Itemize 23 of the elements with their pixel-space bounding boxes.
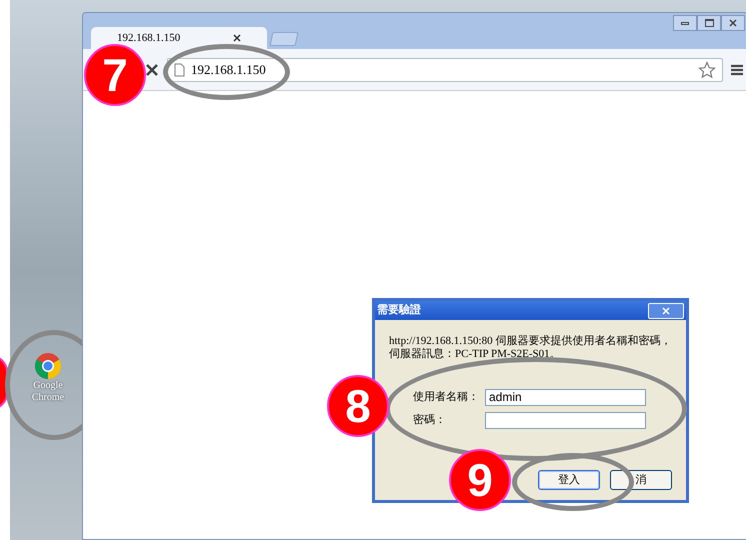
close-icon[interactable]: [233, 34, 241, 42]
field-label: 使用者名稱：: [413, 390, 480, 406]
dialog-button[interactable]: 登入: [538, 470, 600, 490]
close-icon: [729, 19, 737, 27]
stop-icon[interactable]: [145, 62, 159, 76]
minimize-icon: [681, 22, 689, 24]
browser-logo-icon: [34, 352, 62, 380]
address-bar[interactable]: 192.168.1.150: [167, 58, 723, 82]
field-label: 密碼：: [413, 412, 447, 428]
star-icon[interactable]: [698, 60, 716, 78]
close-icon: [662, 306, 670, 314]
maximize-icon: [704, 19, 714, 27]
menu-icon[interactable]: [731, 64, 743, 76]
browser-tab[interactable]: 192.168.1.150: [91, 27, 267, 49]
close-button[interactable]: [721, 15, 745, 31]
input-field[interactable]: admin: [485, 389, 646, 406]
dialog-title-bar: 需要驗證: [375, 301, 686, 320]
input-field[interactable]: [485, 412, 646, 429]
page-icon: [174, 62, 185, 76]
dialog-button[interactable]: 消: [610, 470, 672, 490]
maximize-button[interactable]: [697, 15, 721, 31]
shortcut-label: Google Chrome: [30, 380, 66, 404]
minimize-button[interactable]: [673, 15, 697, 31]
